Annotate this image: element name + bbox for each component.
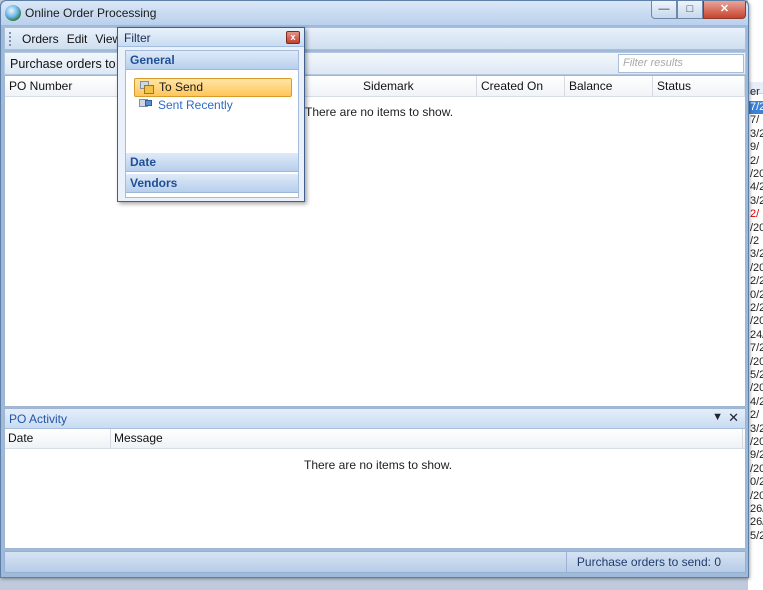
background-window: er [7/27/3/29/2//204/23/22//20/23/2/202/… (748, 0, 763, 590)
filter-item-label: Sent Recently (158, 98, 233, 112)
background-row: /20 (750, 382, 763, 395)
main-window: Online Order Processing — □ ✕ Orders Edi… (0, 0, 749, 578)
filter-close-button[interactable]: x (286, 31, 300, 44)
background-row: 7/2 (748, 101, 763, 115)
background-row: 26/ (750, 516, 763, 529)
status-text: Purchase orders to send: 0 (565, 552, 745, 572)
background-row: 9/ (750, 141, 760, 154)
background-row: /20 (750, 355, 763, 368)
background-row: 3/2 (750, 422, 763, 435)
filter-title: Filter (124, 31, 151, 45)
background-row: 0/2 (750, 476, 763, 489)
background-row: 2/ (750, 208, 760, 221)
po-activity-panel: PO Activity ▼ ✕ Date Message There are n… (4, 408, 746, 549)
background-row: 4/2 (750, 395, 763, 408)
list-caption-bar: Purchase orders to Filter results (4, 52, 746, 75)
background-row: /20 (750, 489, 763, 502)
folder-icon (140, 81, 154, 94)
background-row: 2/ (750, 154, 760, 167)
filter-body: General To Send Sent Recently Date Vendo… (125, 50, 299, 198)
filter-group-general[interactable]: General (126, 51, 298, 70)
po-activity-titlebar: PO Activity ▼ ✕ (5, 409, 745, 429)
filter-group-vendors[interactable]: Vendors (126, 174, 298, 193)
background-row: 3/2 (750, 248, 763, 261)
background-row: 7/2 (750, 342, 763, 355)
background-row: 24/ (750, 328, 763, 341)
close-button[interactable]: ✕ (703, 1, 746, 19)
background-row: 5/2 (750, 369, 763, 381)
activity-grid-header: Date Message (5, 429, 745, 449)
maximize-button[interactable]: □ (677, 1, 703, 19)
background-row: 2/2 (750, 275, 763, 288)
filter-results-input[interactable]: Filter results (618, 54, 744, 73)
list-caption: Purchase orders to (10, 57, 116, 71)
background-row: 3/2 (750, 194, 763, 207)
window-title: Online Order Processing (25, 6, 157, 20)
menu-bar: Orders Edit View (4, 27, 746, 50)
minimize-button[interactable]: — (651, 1, 677, 19)
background-row: 5/2 (750, 529, 763, 542)
background-row: /20 (750, 261, 763, 274)
activity-empty-message: There are no items to show. (304, 458, 453, 472)
background-row: 7/ (750, 114, 760, 127)
background-header-text: er [ (750, 86, 763, 98)
menu-orders[interactable]: Orders (18, 32, 63, 46)
background-row: 3/2 (750, 127, 763, 140)
background-row: /20 (750, 315, 763, 328)
background-row: 2/ (750, 409, 760, 422)
window-controls: — □ ✕ (651, 1, 746, 19)
toolbar-grip-icon[interactable] (9, 31, 12, 46)
filter-item-label: To Send (159, 80, 204, 94)
close-icon[interactable]: ✕ (728, 410, 739, 426)
filter-titlebar[interactable]: Filter x (118, 28, 304, 47)
column-message[interactable]: Message (111, 429, 743, 448)
purchase-orders-grid[interactable]: PO Number Sidemark Created On Balance St… (4, 75, 746, 407)
filter-item-to-send[interactable]: To Send (134, 78, 292, 97)
column-sidemark[interactable]: Sidemark (359, 76, 477, 96)
po-activity-title: PO Activity (9, 412, 68, 426)
filter-popup: Filter x General To Send Sent Recently D… (117, 27, 305, 202)
globe-icon (5, 5, 21, 21)
background-row: 4/2 (750, 181, 763, 194)
background-row: 9/2 (750, 449, 763, 462)
background-row: /20 (750, 436, 763, 448)
menu-edit[interactable]: Edit (63, 32, 92, 46)
status-bar: Purchase orders to send: 0 (4, 551, 746, 573)
background-row: /20 (750, 221, 763, 234)
background-row: 2/2 (750, 302, 763, 314)
pin-icon[interactable]: ▼ (712, 411, 723, 423)
sent-icon (139, 99, 153, 112)
filter-group-date[interactable]: Date (126, 153, 298, 172)
column-status[interactable]: Status (653, 76, 745, 96)
column-date[interactable]: Date (5, 429, 111, 448)
column-created-on[interactable]: Created On (477, 76, 565, 96)
background-row: /20 (750, 168, 763, 180)
background-row: 26/ (750, 503, 763, 515)
grid-header: PO Number Sidemark Created On Balance St… (5, 76, 745, 97)
title-bar[interactable]: Online Order Processing — □ ✕ (1, 1, 748, 25)
background-row: /20 (750, 462, 763, 475)
grid-empty-message: There are no items to show. (305, 105, 454, 119)
filter-item-sent-recently[interactable]: Sent Recently (134, 97, 292, 116)
background-row: /2 (750, 235, 760, 247)
background-row: 0/2 (750, 288, 763, 301)
column-balance[interactable]: Balance (565, 76, 653, 96)
